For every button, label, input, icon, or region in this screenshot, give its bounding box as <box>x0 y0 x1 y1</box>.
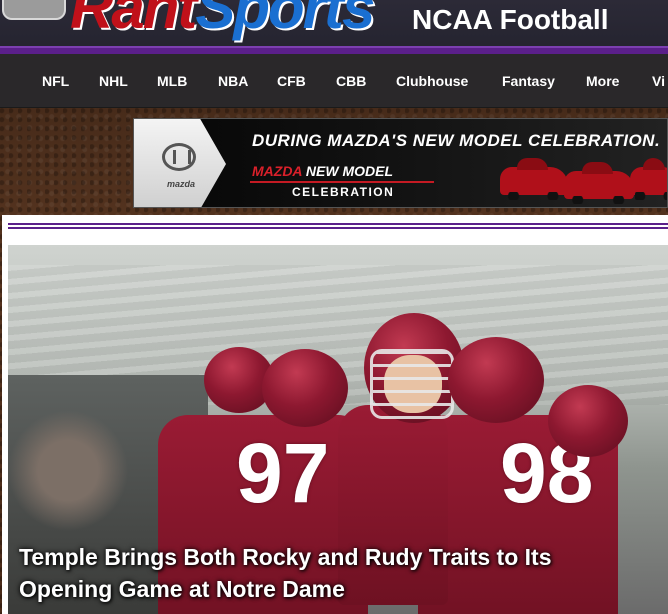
ad-brand-small: mazda <box>167 179 196 189</box>
content-divider <box>8 227 668 229</box>
nav-item-cbb[interactable]: CBB <box>336 72 366 90</box>
article-headline[interactable]: Temple Brings Both Rocky and Rudy Traits… <box>19 541 639 605</box>
nav-item-nba[interactable]: NBA <box>218 72 248 90</box>
nav-item-mlb[interactable]: MLB <box>157 72 187 90</box>
nav-item-nhl[interactable]: NHL <box>99 72 128 90</box>
jersey-number: 97 <box>236 426 330 520</box>
player-facemask <box>370 349 454 419</box>
car-image <box>564 162 634 204</box>
ad-celebration: CELEBRATION <box>292 185 395 199</box>
ad-model-brand: MAZDA <box>252 163 303 179</box>
logo-sports-text: Sports <box>195 0 375 41</box>
ad-model-line: MAZDA NEW MODEL <box>252 163 393 179</box>
nav-item-more[interactable]: More <box>586 72 619 90</box>
nav-item-video[interactable]: Vi <box>652 72 665 90</box>
car-image <box>500 158 568 200</box>
ad-logo-panel: mazda <box>134 119 226 207</box>
player-helmet <box>448 337 544 423</box>
ad-headline: DURING MAZDA'S NEW MODEL CELEBRATION. <box>252 131 661 150</box>
nav-item-cfb[interactable]: CFB <box>277 72 306 90</box>
main-content: 97 98 Temple Brings Both Rocky and Rudy … <box>2 215 668 614</box>
nav-item-fantasy[interactable]: Fantasy <box>502 72 555 90</box>
header-divider <box>0 46 668 54</box>
site-logo[interactable]: RantSports <box>70 0 375 41</box>
player-helmet <box>262 349 348 427</box>
section-title: NCAA Football <box>412 4 609 35</box>
site-header: RantSports NCAA Football <box>0 0 668 46</box>
player-helmet <box>548 385 628 457</box>
ad-divider <box>250 181 434 183</box>
speech-bubble-icon <box>2 0 66 20</box>
mazda-ad-banner[interactable]: mazda DURING MAZDA'S NEW MODEL CELEBRATI… <box>133 118 668 208</box>
car-image <box>630 158 667 200</box>
nav-item-clubhouse[interactable]: Clubhouse <box>396 72 468 90</box>
feature-photo[interactable]: 97 98 Temple Brings Both Rocky and Rudy … <box>8 245 668 614</box>
ad-model-text: NEW MODEL <box>302 163 394 179</box>
logo-rant-text: Rant <box>70 0 197 41</box>
main-nav: NFL NHL MLB NBA CFB CBB Clubhouse Fantas… <box>0 54 668 108</box>
mazda-logo-icon <box>162 143 196 171</box>
nav-item-nfl[interactable]: NFL <box>42 72 69 90</box>
content-divider <box>8 223 668 225</box>
